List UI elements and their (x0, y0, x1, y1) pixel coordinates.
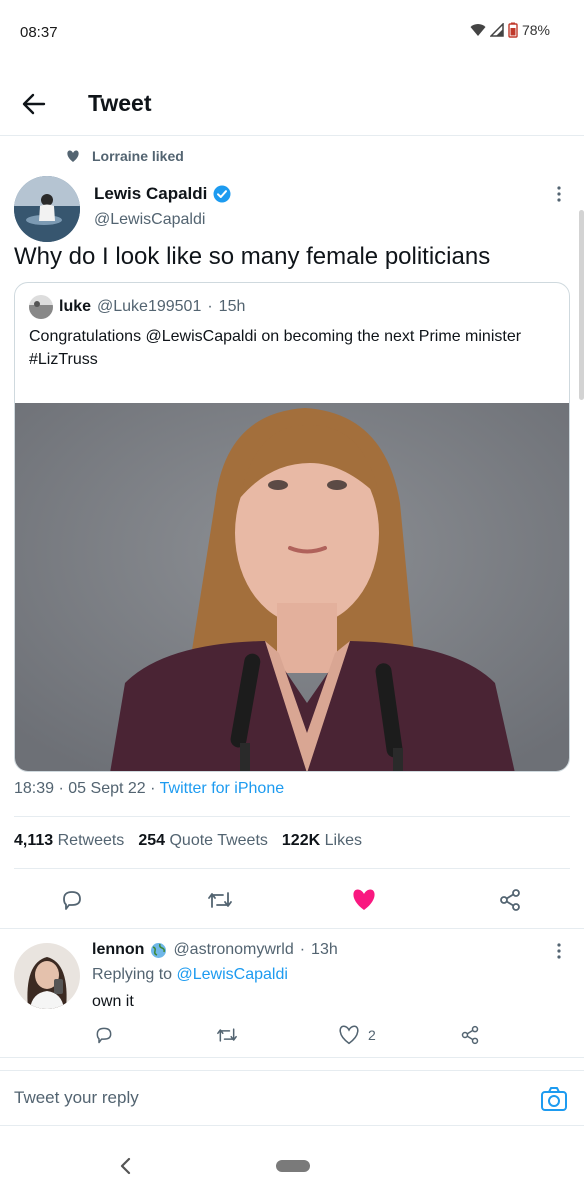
share-button[interactable] (490, 880, 530, 920)
reply-input[interactable] (14, 1085, 514, 1111)
reply-separator: · (299, 941, 306, 958)
replying-to: Replying to @LewisCapaldi (92, 966, 288, 984)
top-bar: Tweet (0, 70, 584, 136)
back-arrow-icon[interactable] (18, 88, 50, 120)
status-icons: 78% (470, 22, 550, 38)
quoted-tweet-header: luke @Luke199501 · 15h (29, 295, 245, 319)
reply-tweet[interactable]: lennon @astronomywrld · 13h Replying to … (0, 928, 584, 1058)
share-icon (500, 889, 520, 911)
author-name-row[interactable]: Lewis Capaldi (94, 184, 231, 204)
verified-badge-icon (213, 185, 231, 203)
quoted-tweet-text: Congratulations @LewisCapaldi on becomin… (29, 325, 549, 371)
reply-icon (63, 891, 81, 910)
retweets-label: Retweets (57, 832, 125, 849)
social-context: Lorraine liked (66, 148, 184, 164)
battery-icon (508, 22, 518, 38)
retweets-count: 4,113 (14, 832, 54, 849)
signal-icon (489, 23, 504, 37)
reply-like-button[interactable]: 2 (338, 1025, 376, 1045)
timestamp-separator-2: · (150, 780, 156, 797)
reply-composer (0, 1070, 584, 1126)
heart-icon (67, 149, 79, 162)
nav-home-pill[interactable] (276, 1160, 310, 1172)
share-icon (461, 1025, 479, 1045)
like-button[interactable] (344, 880, 384, 920)
page-title: Tweet (88, 90, 152, 116)
quoted-age: 15h (218, 298, 246, 315)
status-time: 08:37 (20, 24, 58, 41)
author-avatar[interactable] (14, 176, 80, 242)
tweet-stats: 4,113 Retweets 254 Quote Tweets 122K Lik… (14, 832, 362, 850)
status-bar: 08:37 78% (0, 0, 584, 70)
reply-like-count: 2 (368, 1027, 376, 1043)
quoted-tweet-card[interactable]: luke @Luke199501 · 15h Congratulations @… (14, 282, 570, 772)
reply-author-avatar[interactable] (14, 943, 80, 1009)
battery-level: 78% (521, 22, 550, 38)
replying-mention[interactable]: @LewisCapaldi (177, 966, 288, 983)
divider (14, 816, 570, 817)
reply-text: own it (92, 993, 134, 1010)
heart-outline-icon (339, 1025, 359, 1045)
quotes-count: 254 (138, 832, 166, 849)
retweet-icon (208, 892, 232, 908)
divider (14, 868, 570, 869)
tweet-source-link[interactable]: Twitter for iPhone (160, 780, 285, 797)
quoted-separator: · (207, 298, 213, 315)
tweet-text: Why do I look like so many female politi… (14, 243, 491, 270)
reply-header: lennon @astronomywrld · 13h (92, 941, 338, 959)
camera-icon[interactable] (540, 1085, 568, 1113)
quoted-author-avatar (29, 295, 53, 319)
tweet-actions (0, 880, 584, 920)
author-handle[interactable]: @LewisCapaldi (94, 211, 205, 229)
social-context-text: Lorraine liked (92, 148, 184, 164)
reply-author-handle[interactable]: @astronomywrld (173, 941, 293, 959)
heart-filled-icon (353, 889, 375, 910)
quoted-text-hashtag: #LizTruss (29, 351, 98, 368)
tweet-time: 18:39 (14, 780, 55, 797)
reply-icon (96, 1027, 112, 1044)
quoted-author-name: luke (59, 298, 92, 315)
reply-author-name[interactable]: lennon (92, 941, 144, 959)
quoted-tweet-image[interactable] (15, 403, 569, 771)
replying-prefix: Replying to (92, 966, 173, 983)
scrollbar[interactable] (579, 210, 584, 400)
quoted-text-line1: Congratulations @LewisCapaldi on becomin… (29, 328, 522, 345)
quoted-author-handle: @Luke199501 (97, 298, 202, 315)
globe-icon (151, 942, 167, 958)
retweet-icon (217, 1028, 237, 1042)
nav-back-icon[interactable] (116, 1156, 136, 1176)
reply-reply-button[interactable] (94, 1025, 114, 1045)
reply-age: 13h (311, 941, 338, 958)
reply-more-icon[interactable] (552, 941, 566, 961)
reply-button[interactable] (52, 880, 92, 920)
reply-share-button[interactable] (460, 1025, 480, 1045)
tweet-date: 05 Sept 22 (68, 780, 146, 797)
quotes-label: Quote Tweets (169, 832, 268, 849)
system-nav-bar (0, 1140, 584, 1200)
more-icon[interactable] (552, 184, 566, 204)
likes-label: Likes (324, 832, 362, 849)
author-name[interactable]: Lewis Capaldi (94, 184, 207, 204)
likes-stat[interactable]: 122K Likes (282, 832, 362, 850)
likes-count: 122K (281, 832, 321, 849)
quotes-stat[interactable]: 254 Quote Tweets (138, 832, 268, 850)
reply-retweet-button[interactable] (216, 1025, 238, 1045)
retweet-button[interactable] (200, 880, 240, 920)
timestamp-separator: · (58, 780, 64, 797)
tweet-timestamp: 18:39 · 05 Sept 22 · Twitter for iPhone (14, 780, 284, 798)
wifi-icon (470, 24, 486, 36)
retweets-stat[interactable]: 4,113 Retweets (14, 832, 124, 850)
